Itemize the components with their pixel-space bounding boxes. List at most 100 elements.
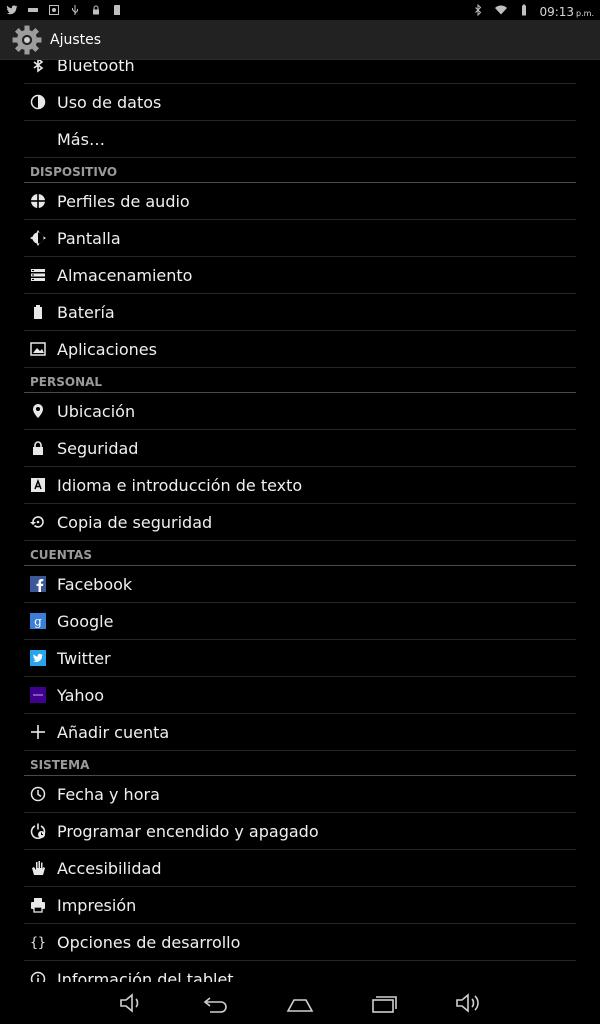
page-title: Ajustes bbox=[50, 31, 102, 48]
settings-item-seguridad[interactable]: Seguridad bbox=[24, 430, 576, 467]
settings-item-opciones-desarrollo[interactable]: {} Opciones de desarrollo bbox=[24, 924, 576, 961]
settings-list: Bluetooth Uso de datos Más… DISPOSITIVO Perf… bbox=[24, 60, 576, 982]
navigation-bar bbox=[0, 982, 600, 1024]
add-icon bbox=[24, 724, 57, 740]
back-button[interactable] bbox=[186, 985, 246, 1021]
settings-item-label: Copia de seguridad bbox=[57, 512, 213, 532]
power-schedule-icon bbox=[24, 823, 57, 839]
clock-icon bbox=[24, 786, 57, 802]
settings-item-bateria[interactable]: Batería bbox=[24, 294, 576, 331]
settings-item-google[interactable]: g Google bbox=[24, 603, 576, 640]
battery-status-icon bbox=[518, 4, 530, 16]
settings-item-label: Más… bbox=[57, 129, 105, 149]
home-icon bbox=[286, 999, 314, 1012]
settings-item-impresion[interactable]: Impresión bbox=[24, 887, 576, 924]
language-icon bbox=[24, 477, 57, 493]
notification-icons bbox=[6, 0, 123, 20]
section-header-sistema: SISTEMA bbox=[24, 751, 576, 776]
back-icon bbox=[203, 997, 227, 1013]
storage-icon bbox=[24, 267, 57, 283]
section-header-label: PERSONAL bbox=[30, 375, 103, 389]
yahoo-icon bbox=[24, 687, 57, 703]
action-bar: Ajustes bbox=[0, 20, 600, 60]
settings-item-label: Opciones de desarrollo bbox=[57, 932, 241, 952]
battery-icon bbox=[24, 304, 57, 320]
google-icon: g bbox=[24, 613, 57, 629]
screenshot-notification-icon bbox=[48, 4, 60, 16]
settings-item-label: Yahoo bbox=[57, 685, 105, 705]
settings-item-fecha-y-hora[interactable]: Fecha y hora bbox=[24, 776, 576, 813]
settings-item-anadir-cuenta[interactable]: Añadir cuenta bbox=[24, 714, 576, 751]
volume-up-icon bbox=[456, 993, 479, 1013]
recents-button[interactable] bbox=[354, 985, 414, 1021]
settings-item-facebook[interactable]: Facebook bbox=[24, 566, 576, 603]
sd-card-icon bbox=[111, 4, 123, 16]
svg-text:{}: {} bbox=[30, 936, 46, 951]
settings-item-label: Accesibilidad bbox=[57, 858, 162, 878]
wifi-icon bbox=[493, 4, 509, 16]
settings-item-yahoo[interactable]: Yahoo bbox=[24, 677, 576, 714]
settings-item-label: Almacenamiento bbox=[57, 265, 193, 285]
status-bar: 09:13 p.m. bbox=[0, 0, 600, 20]
section-header-label: CUENTAS bbox=[30, 548, 92, 562]
facebook-icon bbox=[24, 576, 57, 592]
audio-profiles-icon bbox=[24, 193, 57, 209]
settings-item-label: Batería bbox=[57, 302, 115, 322]
recents-icon bbox=[372, 996, 397, 1013]
settings-item-programar[interactable]: Programar encendido y apagado bbox=[24, 813, 576, 850]
settings-item-ubicacion[interactable]: Ubicación bbox=[24, 393, 576, 430]
twitter-notification-icon bbox=[6, 4, 18, 16]
usb-icon bbox=[69, 4, 81, 16]
settings-item-pantalla[interactable]: Pantalla bbox=[24, 220, 576, 257]
section-header-personal: PERSONAL bbox=[24, 368, 576, 393]
system-icons: 09:13 p.m. bbox=[472, 0, 594, 20]
developer-icon: {} bbox=[24, 934, 57, 951]
settings-item-aplicaciones[interactable]: Aplicaciones bbox=[24, 331, 576, 368]
settings-item-label: Uso de datos bbox=[57, 92, 162, 112]
volume-up-button[interactable] bbox=[438, 985, 498, 1021]
settings-item-label: Bluetooth bbox=[57, 60, 135, 75]
bluetooth-status-icon bbox=[472, 4, 484, 16]
settings-item-accesibilidad[interactable]: Accesibilidad bbox=[24, 850, 576, 887]
settings-item-label: Idioma e introducción de texto bbox=[57, 475, 303, 495]
settings-item-label: Aplicaciones bbox=[57, 339, 157, 359]
apps-icon bbox=[24, 341, 57, 357]
location-icon bbox=[24, 403, 57, 419]
settings-item-informacion[interactable]: Información del tablet bbox=[24, 961, 576, 982]
settings-item-label: Impresión bbox=[57, 895, 137, 915]
info-icon bbox=[24, 971, 57, 982]
settings-item-uso-de-datos[interactable]: Uso de datos bbox=[24, 84, 576, 121]
lock-notification-icon bbox=[90, 4, 102, 16]
csr-notification-icon bbox=[27, 4, 39, 16]
settings-item-label: Añadir cuenta bbox=[57, 722, 170, 742]
backup-icon bbox=[24, 514, 57, 530]
clock: 09:13 p.m. bbox=[539, 1, 594, 20]
volume-down-button[interactable] bbox=[102, 985, 162, 1021]
bluetooth-icon bbox=[24, 60, 57, 73]
lock-icon bbox=[24, 440, 57, 456]
settings-item-copia[interactable]: Copia de seguridad bbox=[24, 504, 576, 541]
settings-item-perfiles-de-audio[interactable]: Perfiles de audio bbox=[24, 183, 576, 220]
section-header-label: DISPOSITIVO bbox=[30, 165, 118, 179]
settings-item-label: Información del tablet bbox=[57, 969, 234, 983]
settings-item-label: Seguridad bbox=[57, 438, 139, 458]
settings-list-viewport[interactable]: Bluetooth Uso de datos Más… DISPOSITIVO Perf… bbox=[0, 60, 600, 982]
settings-item-label: Google bbox=[57, 611, 114, 631]
settings-item-bluetooth[interactable]: Bluetooth bbox=[24, 60, 576, 84]
settings-item-twitter[interactable]: Twitter bbox=[24, 640, 576, 677]
accessibility-icon bbox=[24, 860, 57, 876]
home-button[interactable] bbox=[270, 985, 330, 1021]
settings-item-idioma[interactable]: Idioma e introducción de texto bbox=[24, 467, 576, 504]
display-icon bbox=[24, 230, 57, 246]
settings-gear-icon[interactable] bbox=[10, 23, 44, 57]
settings-item-mas[interactable]: Más… bbox=[24, 121, 576, 158]
settings-item-label: Facebook bbox=[57, 574, 133, 594]
twitter-icon bbox=[24, 650, 57, 666]
settings-item-almacenamiento[interactable]: Almacenamiento bbox=[24, 257, 576, 294]
status-time: 09:13 bbox=[539, 4, 575, 19]
settings-item-label: Fecha y hora bbox=[57, 784, 160, 804]
status-ampm: p.m. bbox=[576, 8, 594, 18]
section-header-label: SISTEMA bbox=[30, 758, 90, 772]
volume-down-icon bbox=[120, 993, 139, 1013]
settings-item-label: Pantalla bbox=[57, 228, 121, 248]
